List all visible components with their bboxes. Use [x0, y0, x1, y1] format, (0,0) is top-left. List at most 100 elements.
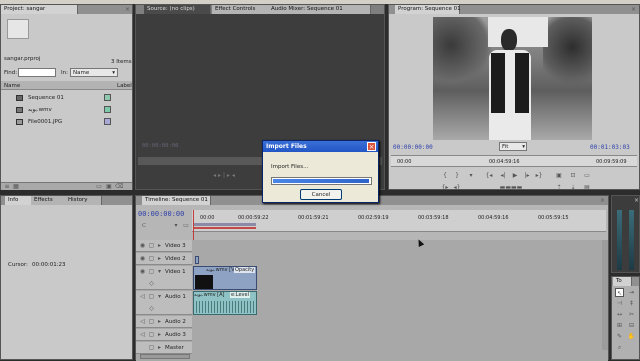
step-back-icon[interactable]: ◂|	[499, 171, 507, 180]
fit-select[interactable]: Fit ▾	[499, 142, 527, 151]
slide-tool-icon[interactable]: ⊟	[627, 321, 636, 330]
col-name[interactable]: Name	[4, 83, 20, 89]
go-to-out-icon[interactable]: ▸}	[535, 171, 543, 180]
close-icon[interactable]: ×	[629, 5, 638, 14]
speaker-icon[interactable]: ◁	[139, 292, 146, 301]
play-icon[interactable]: ▶	[511, 171, 519, 180]
lock-icon[interactable]: ▢	[148, 241, 155, 250]
new-bin-icon[interactable]: ▭	[95, 182, 103, 190]
tab-info[interactable]: Info	[5, 196, 34, 205]
go-to-out-point-icon[interactable]: ◂}	[453, 183, 461, 192]
tab-source[interactable]: Source: (no clips)	[144, 5, 211, 14]
icon-view-icon[interactable]: ▦	[12, 182, 20, 190]
extract-icon[interactable]: ⇣	[569, 183, 577, 192]
close-icon[interactable]: ×	[598, 196, 607, 205]
zoom-tool-icon[interactable]: ⌕	[615, 343, 624, 352]
collapse-icon[interactable]: ▾	[156, 267, 163, 276]
keyframe-icon[interactable]: ◇	[148, 304, 155, 313]
source-timecode[interactable]: 00:00:00:00	[142, 143, 178, 149]
close-icon[interactable]: ×	[632, 196, 640, 205]
tab-history[interactable]: History	[65, 196, 102, 205]
speaker-icon[interactable]: ◁	[139, 317, 146, 326]
close-icon[interactable]: ×	[123, 5, 132, 14]
shuttle-slider[interactable]: ▬▬▬▬	[483, 183, 539, 192]
tab-audio-mixer[interactable]: Audio Mixer: Sequence 01	[268, 5, 371, 14]
marker-icon[interactable]: ▾	[172, 221, 180, 230]
tab-program[interactable]: Program: Sequence 01	[395, 5, 461, 14]
go-to-in-point-icon[interactable]: {▸	[441, 183, 449, 192]
program-ruler[interactable]: 00:00 00:04:59:16 00:09:59:09	[391, 155, 637, 167]
track-select-tool-icon[interactable]: ⇥	[627, 288, 636, 297]
timeline-timecode[interactable]: 00:00:00:00	[138, 210, 184, 218]
lock-icon[interactable]: ▢	[148, 292, 155, 301]
output-icon[interactable]: ▭	[583, 171, 591, 180]
tab-effect-controls[interactable]: Effect Controls	[212, 5, 271, 14]
track-header[interactable]: ◉ ▢ ▸ Video 2	[136, 253, 192, 265]
lock-icon[interactable]: ▢	[148, 317, 155, 326]
tab-timeline[interactable]: Timeline: Sequence 01	[142, 196, 211, 205]
audio-clip[interactable]: بوبه.wmv [A] e:Level	[193, 291, 257, 315]
timeline-scrollbar[interactable]	[602, 240, 608, 350]
safe-margins-icon[interactable]: ⊡	[569, 171, 577, 180]
track-header[interactable]: ◉ ▢ ▾ Video 1 ◇	[136, 266, 192, 290]
eye-icon[interactable]: ◉	[139, 241, 146, 250]
list-item[interactable]: Sequence 01	[1, 93, 132, 104]
go-to-in-icon[interactable]: {◂	[485, 171, 493, 180]
clip-marker[interactable]	[195, 256, 199, 264]
track-header[interactable]: ◁ ▢ ▸ Audio 3	[136, 329, 192, 341]
pen-tool-icon[interactable]: ✎	[615, 332, 624, 341]
eye-icon[interactable]: ◉	[139, 267, 146, 276]
keyframe-icon[interactable]: ◇	[148, 279, 155, 288]
program-timecode-left[interactable]: 00:00:00:00	[393, 144, 433, 151]
rolling-edit-tool-icon[interactable]: ‡	[627, 299, 636, 308]
lock-icon[interactable]: ▢	[148, 330, 155, 339]
tab-tools[interactable]: To	[613, 277, 632, 286]
lock-icon[interactable]: ▢	[148, 254, 155, 263]
razor-tool-icon[interactable]: ✂	[627, 310, 636, 319]
tab-effects[interactable]: Effects	[31, 196, 68, 205]
col-label[interactable]: Label	[117, 83, 132, 89]
marker-icon[interactable]: ▾	[467, 171, 475, 180]
tab-project[interactable]: Project: sangar	[1, 5, 78, 14]
find-input[interactable]	[18, 68, 56, 77]
rate-stretch-tool-icon[interactable]: ↔	[615, 310, 624, 319]
speaker-icon[interactable]: ◁	[139, 330, 146, 339]
collapse-icon[interactable]: ▾	[156, 292, 163, 301]
eye-icon[interactable]: ◉	[139, 254, 146, 263]
expand-icon[interactable]: ▸	[156, 241, 163, 250]
slip-tool-icon[interactable]: ⊞	[615, 321, 624, 330]
selection-tool-icon[interactable]: ↖	[615, 288, 624, 297]
expand-icon[interactable]: ▸	[156, 254, 163, 263]
hand-tool-icon[interactable]: ✋	[627, 332, 636, 341]
dialog-titlebar[interactable]: Import Files ×	[263, 141, 378, 152]
export-frame-icon[interactable]: ▣	[555, 171, 563, 180]
step-forward-icon[interactable]: |▸	[523, 171, 531, 180]
list-item[interactable]: بوبه.wmv	[1, 105, 132, 116]
timeline-ruler[interactable]: 00:00 00:00:59:22 00:01:59:21 00:02:59:1…	[192, 210, 606, 232]
set-in-icon[interactable]: {	[441, 171, 449, 180]
clear-icon[interactable]: ⌫	[115, 182, 123, 190]
list-view-icon[interactable]: ≡	[3, 182, 11, 190]
ripple-edit-tool-icon[interactable]: ⊣	[615, 299, 624, 308]
in-select[interactable]: Name ▾	[70, 68, 118, 77]
track-header[interactable]: ◁ ▢ ▸ Audio 2	[136, 316, 192, 328]
list-item[interactable]: File0001.JPG	[1, 117, 132, 128]
close-icon[interactable]: ×	[367, 142, 376, 151]
expand-icon[interactable]: ▸	[156, 343, 163, 352]
expand-icon[interactable]: ▸	[156, 330, 163, 339]
cancel-button[interactable]: Cancel	[300, 189, 342, 200]
trim-icon[interactable]: ▤	[583, 183, 591, 192]
track-header[interactable]: ▢ ▸ Master	[136, 342, 192, 354]
snap-icon[interactable]: ⊂	[140, 221, 148, 230]
set-marker-icon[interactable]: ▭	[182, 221, 190, 230]
work-area-bar[interactable]	[194, 223, 256, 226]
lock-icon[interactable]: ▢	[148, 343, 155, 352]
track-header[interactable]: ◉ ▢ ▸ Video 3	[136, 240, 192, 252]
set-out-icon[interactable]: }	[453, 171, 461, 180]
new-item-icon[interactable]: ▣	[105, 182, 113, 190]
expand-icon[interactable]: ▸	[156, 317, 163, 326]
track-header[interactable]: ◁ ▢ ▾ Audio 1 ◇	[136, 291, 192, 315]
zoom-slider[interactable]	[140, 354, 190, 359]
video-clip[interactable]: بوبه.wmv [V] Opacity	[193, 266, 257, 290]
lift-icon[interactable]: ⇡	[555, 183, 563, 192]
